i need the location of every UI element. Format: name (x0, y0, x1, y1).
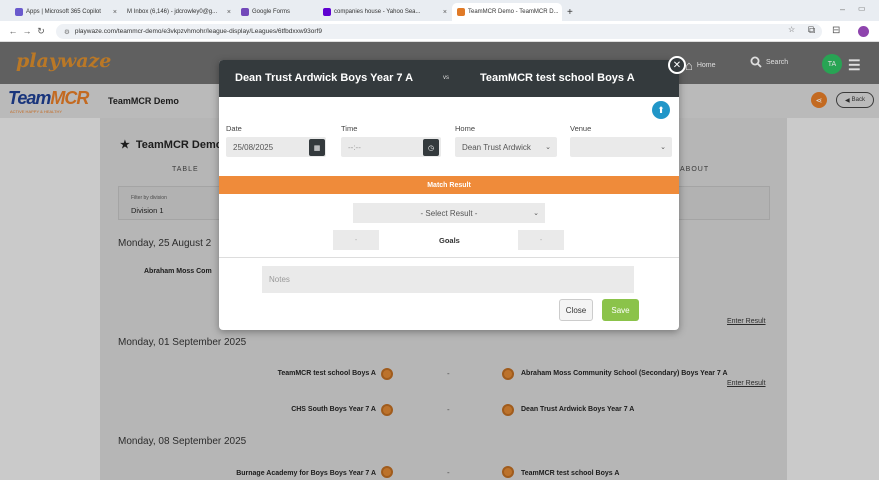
minimize-icon[interactable]: – (840, 4, 845, 14)
venue-select[interactable]: ⌄ (570, 137, 672, 157)
notes-placeholder: Notes (269, 275, 290, 284)
new-tab-button[interactable]: + (562, 3, 576, 21)
chevron-down-icon: ⌄ (545, 144, 551, 151)
modal-home-team: Dean Trust Ardwick Boys Year 7 A (235, 72, 414, 84)
browser-tab[interactable]: Google Forms (236, 3, 318, 21)
modal-vs: vs (443, 75, 449, 81)
time-label: Time (341, 124, 358, 133)
calendar-icon[interactable]: ▦ (309, 139, 325, 156)
reload-icon[interactable]: ↻ (34, 26, 48, 37)
tab-label: M Inbox (6,146) - jdcrowley0@g... (127, 9, 218, 15)
chevron-down-icon: ⌄ (533, 210, 539, 217)
restore-icon[interactable]: ▭ (858, 4, 866, 13)
close-tab-icon[interactable]: × (227, 9, 231, 16)
save-button[interactable]: Save (602, 299, 639, 321)
home-label: Home (455, 124, 476, 133)
browser-tab[interactable]: Apps | Microsoft 365 Copilot × (10, 3, 122, 21)
result-select-value: - Select Result - (420, 208, 478, 218)
yahoo-favicon-icon (323, 8, 331, 16)
forward-arrow-icon[interactable]: → (20, 26, 34, 36)
address-bar-row: ← → ↻ ⚙ playwaze.com/teammcr-demo/e3vkpz… (0, 21, 879, 42)
extensions-icon[interactable]: ⧉ (808, 25, 815, 36)
date-value: 25/08/2025 (233, 142, 274, 152)
browser-tab[interactable]: companies house - Yahoo Sea... × (318, 3, 452, 21)
browser-tab-strip: Apps | Microsoft 365 Copilot × M Inbox (… (0, 0, 879, 21)
upload-button[interactable]: ⬆ (652, 101, 670, 119)
clock-icon[interactable]: ◷ (423, 139, 439, 156)
time-value: --:-- (348, 142, 361, 152)
tab-label: TeamMCR Demo - TeamMCR D... (468, 9, 559, 15)
home-goals-input[interactable]: - (333, 230, 379, 250)
profile-icon[interactable] (858, 26, 869, 37)
url-text: playwaze.com/teammcr-demo/e3vkpzvhmohr/l… (74, 28, 322, 35)
result-select[interactable]: - Select Result - ⌄ (353, 203, 545, 223)
upload-icon: ⬆ (657, 104, 665, 115)
copilot-favicon-icon (15, 8, 23, 16)
venue-label: Venue (570, 124, 592, 133)
browser-tab-active[interactable]: TeamMCR Demo - TeamMCR D... × (452, 3, 562, 21)
back-arrow-icon[interactable]: ← (6, 26, 20, 36)
tab-label: companies house - Yahoo Sea... (334, 9, 421, 15)
teammcr-favicon-icon (457, 8, 465, 16)
goals-label: Goals (439, 236, 460, 245)
notes-field[interactable]: Notes (262, 266, 634, 293)
forms-favicon-icon (241, 8, 249, 16)
close-tab-icon[interactable]: × (113, 9, 117, 16)
tab-label: Google Forms (252, 9, 291, 15)
away-goals-input[interactable]: - (518, 230, 564, 250)
url-input[interactable]: ⚙ playwaze.com/teammcr-demo/e3vkpzvhmohr… (56, 24, 822, 39)
split-screen-icon[interactable]: ⊟ (832, 25, 840, 36)
home-select-value: Dean Trust Ardwick (462, 142, 531, 152)
bookmark-star-icon[interactable]: ☆ (788, 25, 795, 34)
browser-tab[interactable]: M Inbox (6,146) - jdcrowley0@g... × (122, 3, 236, 21)
close-tab-icon[interactable]: × (443, 9, 447, 16)
chevron-down-icon: ⌄ (660, 144, 666, 151)
close-modal-icon[interactable]: ✕ (668, 56, 686, 74)
date-label: Date (226, 124, 242, 133)
home-select[interactable]: Dean Trust Ardwick ⌄ (455, 137, 557, 157)
divider (219, 257, 679, 258)
tab-label: Apps | Microsoft 365 Copilot (26, 9, 101, 15)
close-button[interactable]: Close (559, 299, 593, 321)
site-info-icon[interactable]: ⚙ (64, 28, 70, 36)
match-result-header: Match Result (219, 176, 679, 194)
modal-away-team: TeamMCR test school Boys A (480, 72, 635, 84)
